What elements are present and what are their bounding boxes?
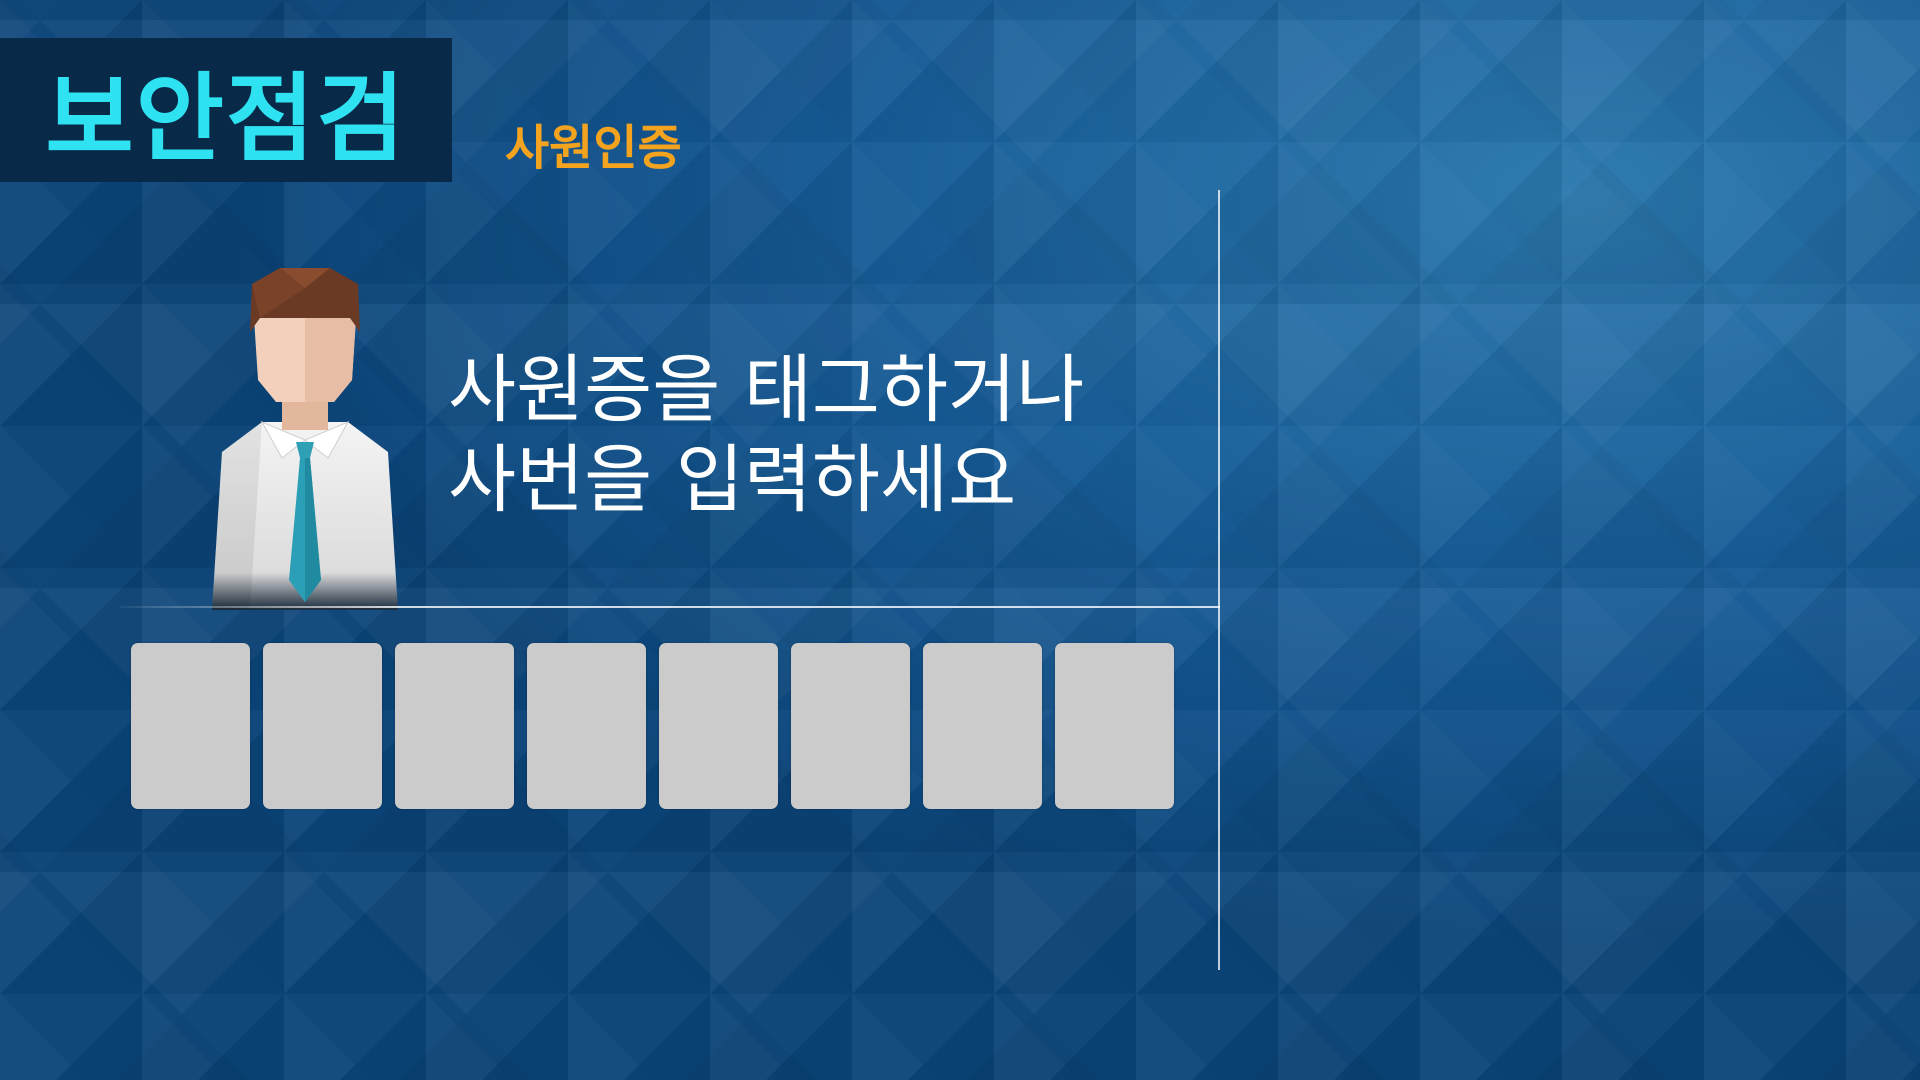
instruction-text: 사원증을 태그하거나 사번을 입력하세요 <box>448 345 1084 525</box>
digit-box-7[interactable] <box>923 643 1042 809</box>
vertical-divider <box>1218 190 1220 970</box>
digit-box-3[interactable] <box>395 643 514 809</box>
instruction-line-2: 사번을 입력하세요 <box>448 437 1017 523</box>
employee-avatar-icon <box>212 268 398 610</box>
digit-box-2[interactable] <box>263 643 382 809</box>
digit-box-6[interactable] <box>791 643 910 809</box>
title-box: 보안점검 <box>0 38 452 182</box>
digit-box-5[interactable] <box>659 643 778 809</box>
instruction-line-1: 사원증을 태그하거나 <box>448 347 1085 433</box>
digit-box-8[interactable] <box>1055 643 1174 809</box>
page-subtitle: 사원인증 <box>505 120 682 176</box>
page-title: 보안점검 <box>45 62 407 175</box>
digit-box-4[interactable] <box>527 643 646 809</box>
employee-id-input[interactable] <box>131 643 1174 809</box>
horizontal-divider <box>120 606 1220 608</box>
digit-box-1[interactable] <box>131 643 250 809</box>
